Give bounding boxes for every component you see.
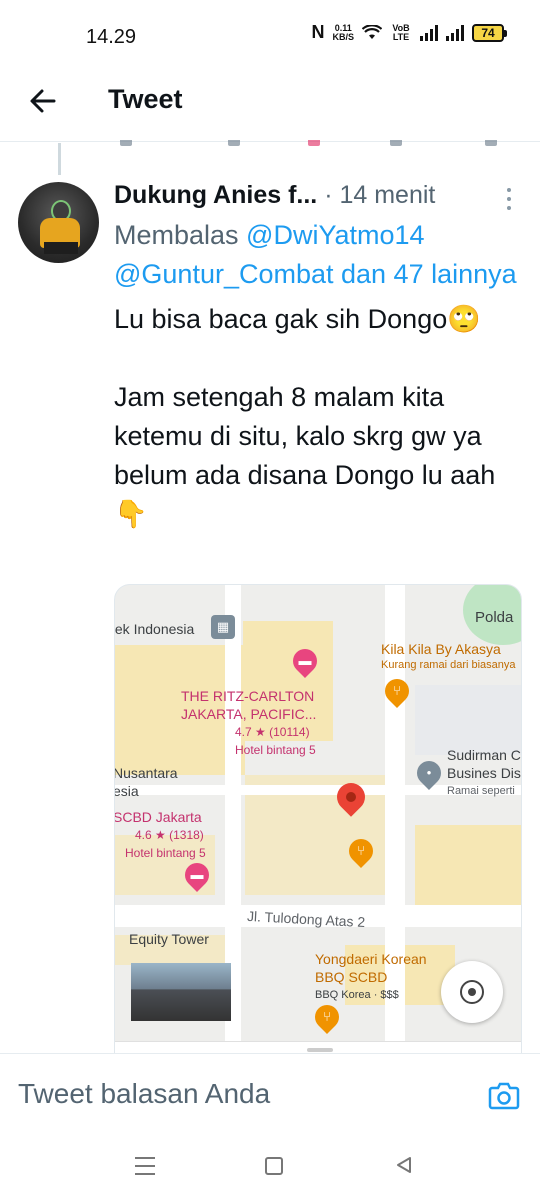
place-poi-icon[interactable]: • xyxy=(412,756,446,790)
meta-separator: · xyxy=(317,181,340,209)
street-view-thumbnail[interactable] xyxy=(131,963,231,1021)
map-label-scbd: SCBD Jakarta xyxy=(114,809,202,825)
status-time: 14.29 xyxy=(86,26,137,48)
system-nav-bar xyxy=(0,1139,540,1200)
map-label-scbd-rating: 4.6 ★ (1318) xyxy=(135,828,204,842)
status-bar: 14.29 N 0.11 KB/S VoB LTE 74 xyxy=(0,0,540,70)
reply-bar: Tweet balasan Anda xyxy=(0,1053,540,1139)
office-poi-icon[interactable]: ▦ xyxy=(211,615,235,639)
top-app-bar: Tweet xyxy=(0,70,540,142)
camera-icon[interactable] xyxy=(488,1082,520,1110)
map-label-equity: Equity Tower xyxy=(129,931,209,947)
volte-indicator: VoB LTE xyxy=(392,22,410,42)
restaurant-poi-icon[interactable]: ⑂ xyxy=(344,834,378,868)
reply-prefix: Membalas xyxy=(114,220,247,250)
drag-handle[interactable] xyxy=(307,1048,333,1052)
status-icons: N 0.11 KB/S VoB LTE 74 xyxy=(311,22,507,43)
avatar[interactable] xyxy=(18,182,99,263)
tweet: Dukung Anies f... · 14 menit Membalas @D… xyxy=(114,176,524,534)
page-title: Tweet xyxy=(108,84,183,114)
wifi-icon xyxy=(362,24,382,39)
map-label-sudirman-3: Ramai seperti xyxy=(447,785,515,797)
recent-apps-icon[interactable] xyxy=(135,1157,155,1175)
replying-to: Membalas @DwiYatmo14 @Guntur_Combat dan … xyxy=(114,216,524,294)
map-label-yongdaeri-1: Yongdaeri Korean xyxy=(315,951,427,967)
map-label-sudirman-1: Sudirman C xyxy=(447,747,521,763)
battery-indicator: 74 xyxy=(472,23,507,42)
map-label-kila-kila: Kila Kila By Akasya xyxy=(381,641,501,657)
net-speed: 0.11 KB/S xyxy=(332,23,354,42)
map-label-fek-indonesia: fek Indonesia xyxy=(114,621,195,637)
thread-connector-line xyxy=(58,143,61,175)
tweet-text: Lu bisa baca gak sih Dongo🙄 Jam setengah… xyxy=(114,304,496,529)
my-location-button[interactable] xyxy=(441,961,503,1023)
back-triangle-icon[interactable] xyxy=(394,1155,414,1175)
map-label-sudirman-2: Busines Dis xyxy=(447,765,521,781)
map-label-ritz-rating: 4.7 ★ (10114) xyxy=(235,725,310,739)
map-label-nusantara-2: esia xyxy=(114,783,139,799)
signal-icon-2 xyxy=(446,24,464,41)
net-speed-unit: KB/S xyxy=(332,31,354,42)
hotel-poi-icon[interactable]: ▬ xyxy=(288,644,322,678)
hotel-poi-icon[interactable]: ▬ xyxy=(180,858,214,892)
map-label-nusantara-1: Nusantara xyxy=(114,765,178,781)
map-preview[interactable]: fek Indonesia Polda Kila Kila By Akasya … xyxy=(114,584,522,1054)
signal-icon xyxy=(420,24,438,41)
restaurant-poi-icon[interactable]: ⑂ xyxy=(380,674,414,708)
map-label-ritz-1: THE RITZ-CARLTON xyxy=(181,688,315,704)
author-name[interactable]: Dukung Anies f... xyxy=(114,181,317,209)
home-icon[interactable] xyxy=(265,1157,283,1175)
tweet-timestamp[interactable]: 14 menit xyxy=(339,181,435,209)
map-label-yongdaeri-sub: BBQ Korea · $$$ xyxy=(315,989,399,1001)
tweet-meta: Dukung Anies f... · 14 menit xyxy=(114,176,524,214)
map-label-polda: Polda xyxy=(475,609,514,626)
nfc-icon: N xyxy=(311,22,325,42)
map-label-scbd-type: Hotel bintang 5 xyxy=(125,846,206,860)
map-label-kila-kila-sub: Kurang ramai dari biasanya xyxy=(381,659,516,671)
restaurant-poi-icon[interactable]: ⑂ xyxy=(310,1000,344,1034)
arrow-left-icon[interactable] xyxy=(28,86,58,116)
map-label-yongdaeri-2: BBQ SCBD xyxy=(315,969,388,985)
reply-input[interactable]: Tweet balasan Anda xyxy=(18,1078,270,1110)
map-label-ritz-type: Hotel bintang 5 xyxy=(235,743,316,757)
previous-tweet-actions xyxy=(120,140,500,148)
map-label-ritz-2: JAKARTA, PACIFIC... xyxy=(181,706,317,722)
